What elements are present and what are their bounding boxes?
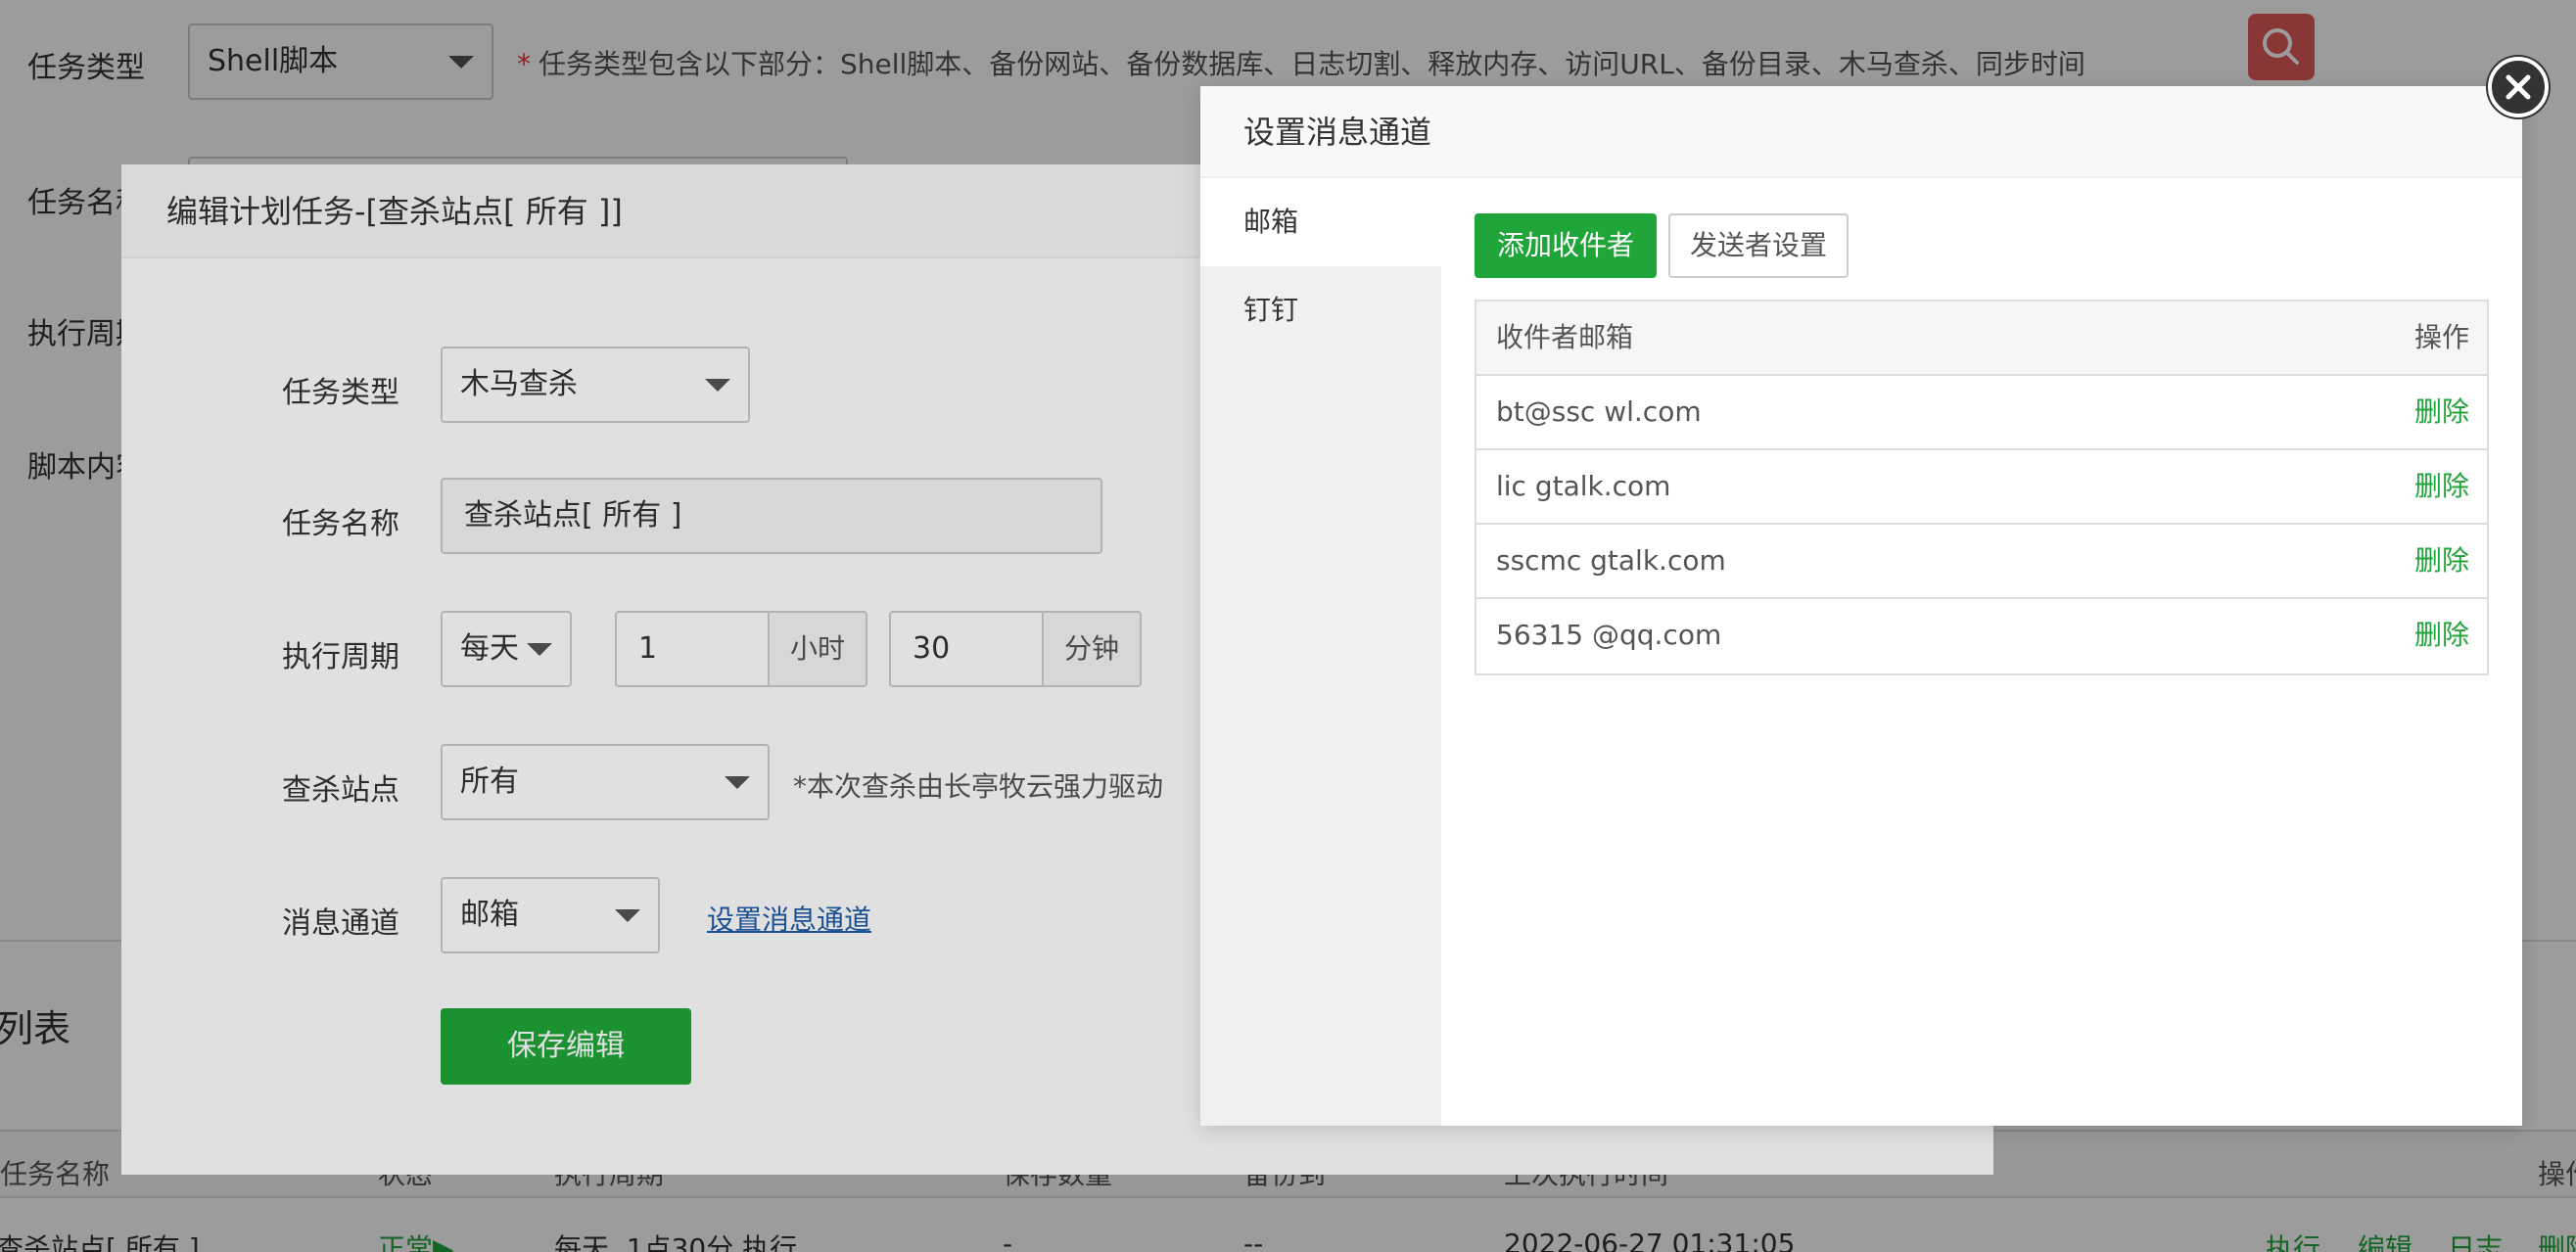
delete-link[interactable]: 删除 (2414, 599, 2469, 672)
table-row: 56315 @qq.com 删除 (1476, 599, 2487, 673)
header-email: 收件者邮箱 (1496, 321, 1634, 353)
close-button[interactable] (2488, 57, 2549, 117)
sender-settings-button[interactable]: 发送者设置 (1668, 213, 1849, 278)
recipient-email: 56315 @qq.com (1496, 619, 1722, 651)
delete-link[interactable]: 删除 (2414, 525, 2469, 597)
recipient-email: sscmc gtalk.com (1496, 544, 1726, 577)
table-row: bt@ssc wl.com 删除 (1476, 376, 2487, 450)
recipient-email: bt@ssc wl.com (1496, 395, 1702, 428)
delete-link[interactable]: 删除 (2414, 376, 2469, 448)
recipient-email: lic gtalk.com (1496, 470, 1671, 502)
add-recipient-button[interactable]: 添加收件者 (1475, 213, 1657, 278)
tab-dingtalk[interactable]: 钉钉 (1200, 266, 1441, 354)
message-channel-dialog: 设置消息通道 邮箱 钉钉 添加收件者 发送者设置 收件者邮箱 操作 bt@ssc… (1200, 86, 2522, 1126)
message-dialog-title: 设置消息通道 (1200, 86, 2522, 178)
table-header: 收件者邮箱 操作 (1476, 301, 2487, 376)
tab-email[interactable]: 邮箱 (1200, 178, 1441, 266)
delete-link[interactable]: 删除 (2414, 450, 2469, 523)
table-row: sscmc gtalk.com 删除 (1476, 525, 2487, 599)
table-row: lic gtalk.com 删除 (1476, 450, 2487, 525)
close-icon (2506, 74, 2531, 100)
header-op: 操作 (2413, 321, 2469, 353)
recipient-table: 收件者邮箱 操作 bt@ssc wl.com 删除 lic gtalk.com … (1475, 300, 2489, 675)
